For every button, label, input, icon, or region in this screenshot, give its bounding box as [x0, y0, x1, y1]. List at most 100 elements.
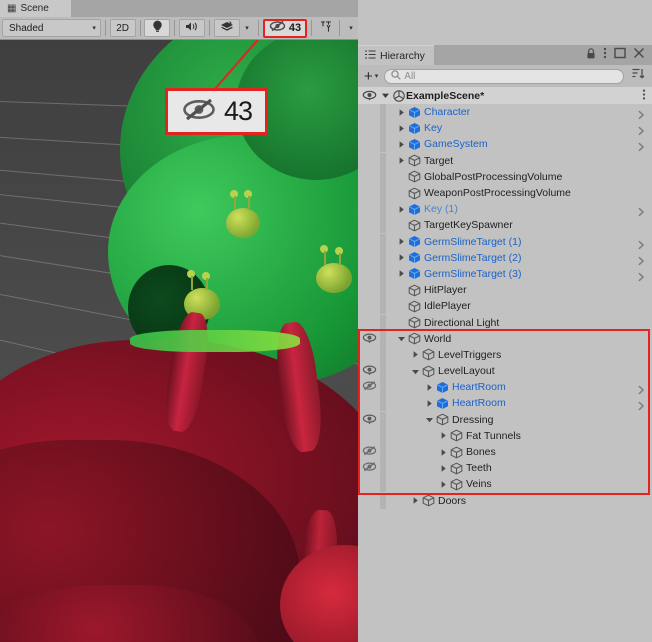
hierarchy-row[interactable]: WeaponPostProcessingVolume	[358, 185, 652, 202]
visibility-toggle-slot[interactable]	[358, 104, 380, 120]
hierarchy-row-body[interactable]: HeartRoom	[386, 395, 652, 411]
hierarchy-row-body[interactable]: TargetKeySpawner	[386, 217, 652, 233]
visibility-toggle-slot[interactable]	[358, 282, 380, 298]
hierarchy-row[interactable]: Directional Light	[358, 314, 652, 331]
chevron-right-icon[interactable]	[438, 431, 449, 440]
eye-visible-icon[interactable]	[358, 90, 380, 101]
hierarchy-row[interactable]: Teeth	[358, 460, 652, 477]
hierarchy-row-body[interactable]: GermSlimeTarget (3)	[386, 266, 652, 282]
visibility-toggle-slot[interactable]	[358, 234, 380, 250]
chevron-right-icon[interactable]	[396, 140, 407, 149]
visibility-toggle-slot[interactable]	[358, 201, 380, 217]
hierarchy-row-body[interactable]: Character	[386, 104, 652, 120]
create-object-button[interactable]: + ▾	[361, 69, 381, 84]
shading-mode-dropdown[interactable]: Shaded ▾	[2, 19, 101, 37]
visibility-toggle-slot[interactable]	[358, 428, 380, 444]
chevron-right-icon[interactable]	[396, 205, 407, 214]
close-icon[interactable]	[633, 46, 645, 64]
hierarchy-row-body[interactable]: GlobalPostProcessingVolume	[386, 169, 652, 185]
hierarchy-row[interactable]: Doors	[358, 492, 652, 509]
search-input[interactable]: All	[384, 68, 624, 84]
hierarchy-row-body[interactable]: GameSystem	[386, 136, 652, 152]
fx-toggle-button[interactable]	[214, 19, 241, 37]
chevron-down-icon[interactable]	[424, 415, 435, 424]
visibility-toggle-slot[interactable]	[358, 476, 380, 492]
eye-visible-icon[interactable]	[358, 412, 380, 428]
chevron-right-icon[interactable]	[438, 464, 449, 473]
chevron-right-icon[interactable]	[438, 448, 449, 457]
hierarchy-row-body[interactable]: Fat Tunnels	[386, 428, 652, 444]
hierarchy-row-body[interactable]: Veins	[386, 476, 652, 492]
hierarchy-row[interactable]: HeartRoom	[358, 395, 652, 412]
hierarchy-row[interactable]: Veins	[358, 476, 652, 493]
hierarchy-row[interactable]: Bones	[358, 444, 652, 461]
hierarchy-row[interactable]: GermSlimeTarget (1)	[358, 233, 652, 250]
chevron-right-icon[interactable]	[396, 237, 407, 246]
visibility-toggle-slot[interactable]	[358, 217, 380, 233]
visibility-toggle-slot[interactable]	[358, 395, 380, 411]
visibility-toggle-slot[interactable]	[358, 153, 380, 169]
hierarchy-row-body[interactable]: WeaponPostProcessingVolume	[386, 185, 652, 201]
chevron-down-icon[interactable]	[396, 334, 407, 343]
audio-toggle-button[interactable]	[179, 19, 206, 37]
hierarchy-row-body[interactable]: Directional Light	[386, 315, 652, 331]
hierarchy-row-body[interactable]: Key (1)	[386, 201, 652, 217]
visibility-toggle-slot[interactable]	[358, 493, 380, 509]
lock-icon[interactable]	[586, 46, 596, 64]
hierarchy-row-body[interactable]: Doors	[386, 493, 652, 509]
scene-row-menu-icon[interactable]	[642, 87, 652, 105]
hierarchy-row-body[interactable]: Key	[386, 120, 652, 136]
kebab-menu-icon[interactable]	[603, 46, 607, 64]
hierarchy-row-body[interactable]: HitPlayer	[386, 282, 652, 298]
hierarchy-row-body[interactable]: LevelTriggers	[386, 347, 652, 363]
chevron-down-icon[interactable]	[410, 367, 421, 376]
tab-hierarchy[interactable]: Hierarchy	[358, 45, 434, 65]
visibility-toggle-slot[interactable]	[358, 136, 380, 152]
hierarchy-row-body[interactable]: HeartRoom	[386, 379, 652, 395]
hierarchy-row[interactable]: LevelTriggers	[358, 346, 652, 363]
chevron-right-icon[interactable]	[424, 399, 435, 408]
hierarchy-row-body[interactable]: LevelLayout	[386, 363, 652, 379]
chevron-right-icon[interactable]	[410, 496, 421, 505]
hierarchy-row[interactable]: World	[358, 330, 652, 347]
visibility-toggle-slot[interactable]	[358, 315, 380, 331]
hierarchy-row-body[interactable]: Dressing	[386, 412, 652, 428]
hierarchy-row[interactable]: Dressing	[358, 411, 652, 428]
hierarchy-tree[interactable]: Character Key GameSystem Target GlobalPostPr…	[358, 104, 652, 642]
hierarchy-row-body[interactable]: Target	[386, 153, 652, 169]
hierarchy-row-body[interactable]: Bones	[386, 444, 652, 460]
visibility-toggle-slot[interactable]	[358, 298, 380, 314]
lighting-toggle-button[interactable]	[144, 19, 171, 37]
scene-expand-arrow[interactable]	[380, 91, 391, 100]
occlusion-culling-button[interactable]: 43	[262, 18, 308, 38]
fx-dropdown-button[interactable]: ▾	[240, 19, 254, 37]
chevron-right-icon[interactable]	[396, 156, 407, 165]
visibility-toggle-slot[interactable]	[358, 169, 380, 185]
hierarchy-row-body[interactable]: World	[386, 331, 652, 347]
visibility-toggle-slot[interactable]	[358, 250, 380, 266]
hierarchy-row-body[interactable]: GermSlimeTarget (2)	[386, 250, 652, 266]
hierarchy-row[interactable]: Character	[358, 104, 652, 121]
eye-visible-icon[interactable]	[358, 331, 380, 347]
chevron-right-icon[interactable]	[396, 124, 407, 133]
hierarchy-row[interactable]: IdlePlayer	[358, 298, 652, 315]
hierarchy-row[interactable]: Target	[358, 152, 652, 169]
hierarchy-row[interactable]: GameSystem	[358, 136, 652, 153]
eye-hidden-icon[interactable]	[358, 379, 380, 395]
hierarchy-row[interactable]: HitPlayer	[358, 282, 652, 299]
eye-visible-icon[interactable]	[358, 363, 380, 379]
chevron-right-icon[interactable]	[438, 480, 449, 489]
hierarchy-row[interactable]: GlobalPostProcessingVolume	[358, 168, 652, 185]
chevron-right-icon[interactable]	[396, 253, 407, 262]
hierarchy-row[interactable]: Key	[358, 120, 652, 137]
hierarchy-row[interactable]: TargetKeySpawner	[358, 217, 652, 234]
sort-icon[interactable]	[627, 67, 649, 86]
visibility-toggle-slot[interactable]	[358, 347, 380, 363]
chevron-right-icon[interactable]	[396, 108, 407, 117]
hierarchy-row[interactable]: GermSlimeTarget (3)	[358, 265, 652, 282]
hierarchy-row[interactable]: HeartRoom	[358, 379, 652, 396]
hierarchy-row-body[interactable]: IdlePlayer	[386, 298, 652, 314]
visibility-toggle-slot[interactable]	[358, 185, 380, 201]
scene-root-row[interactable]: ExampleScene*	[358, 87, 652, 104]
hierarchy-row-body[interactable]: Teeth	[386, 460, 652, 476]
